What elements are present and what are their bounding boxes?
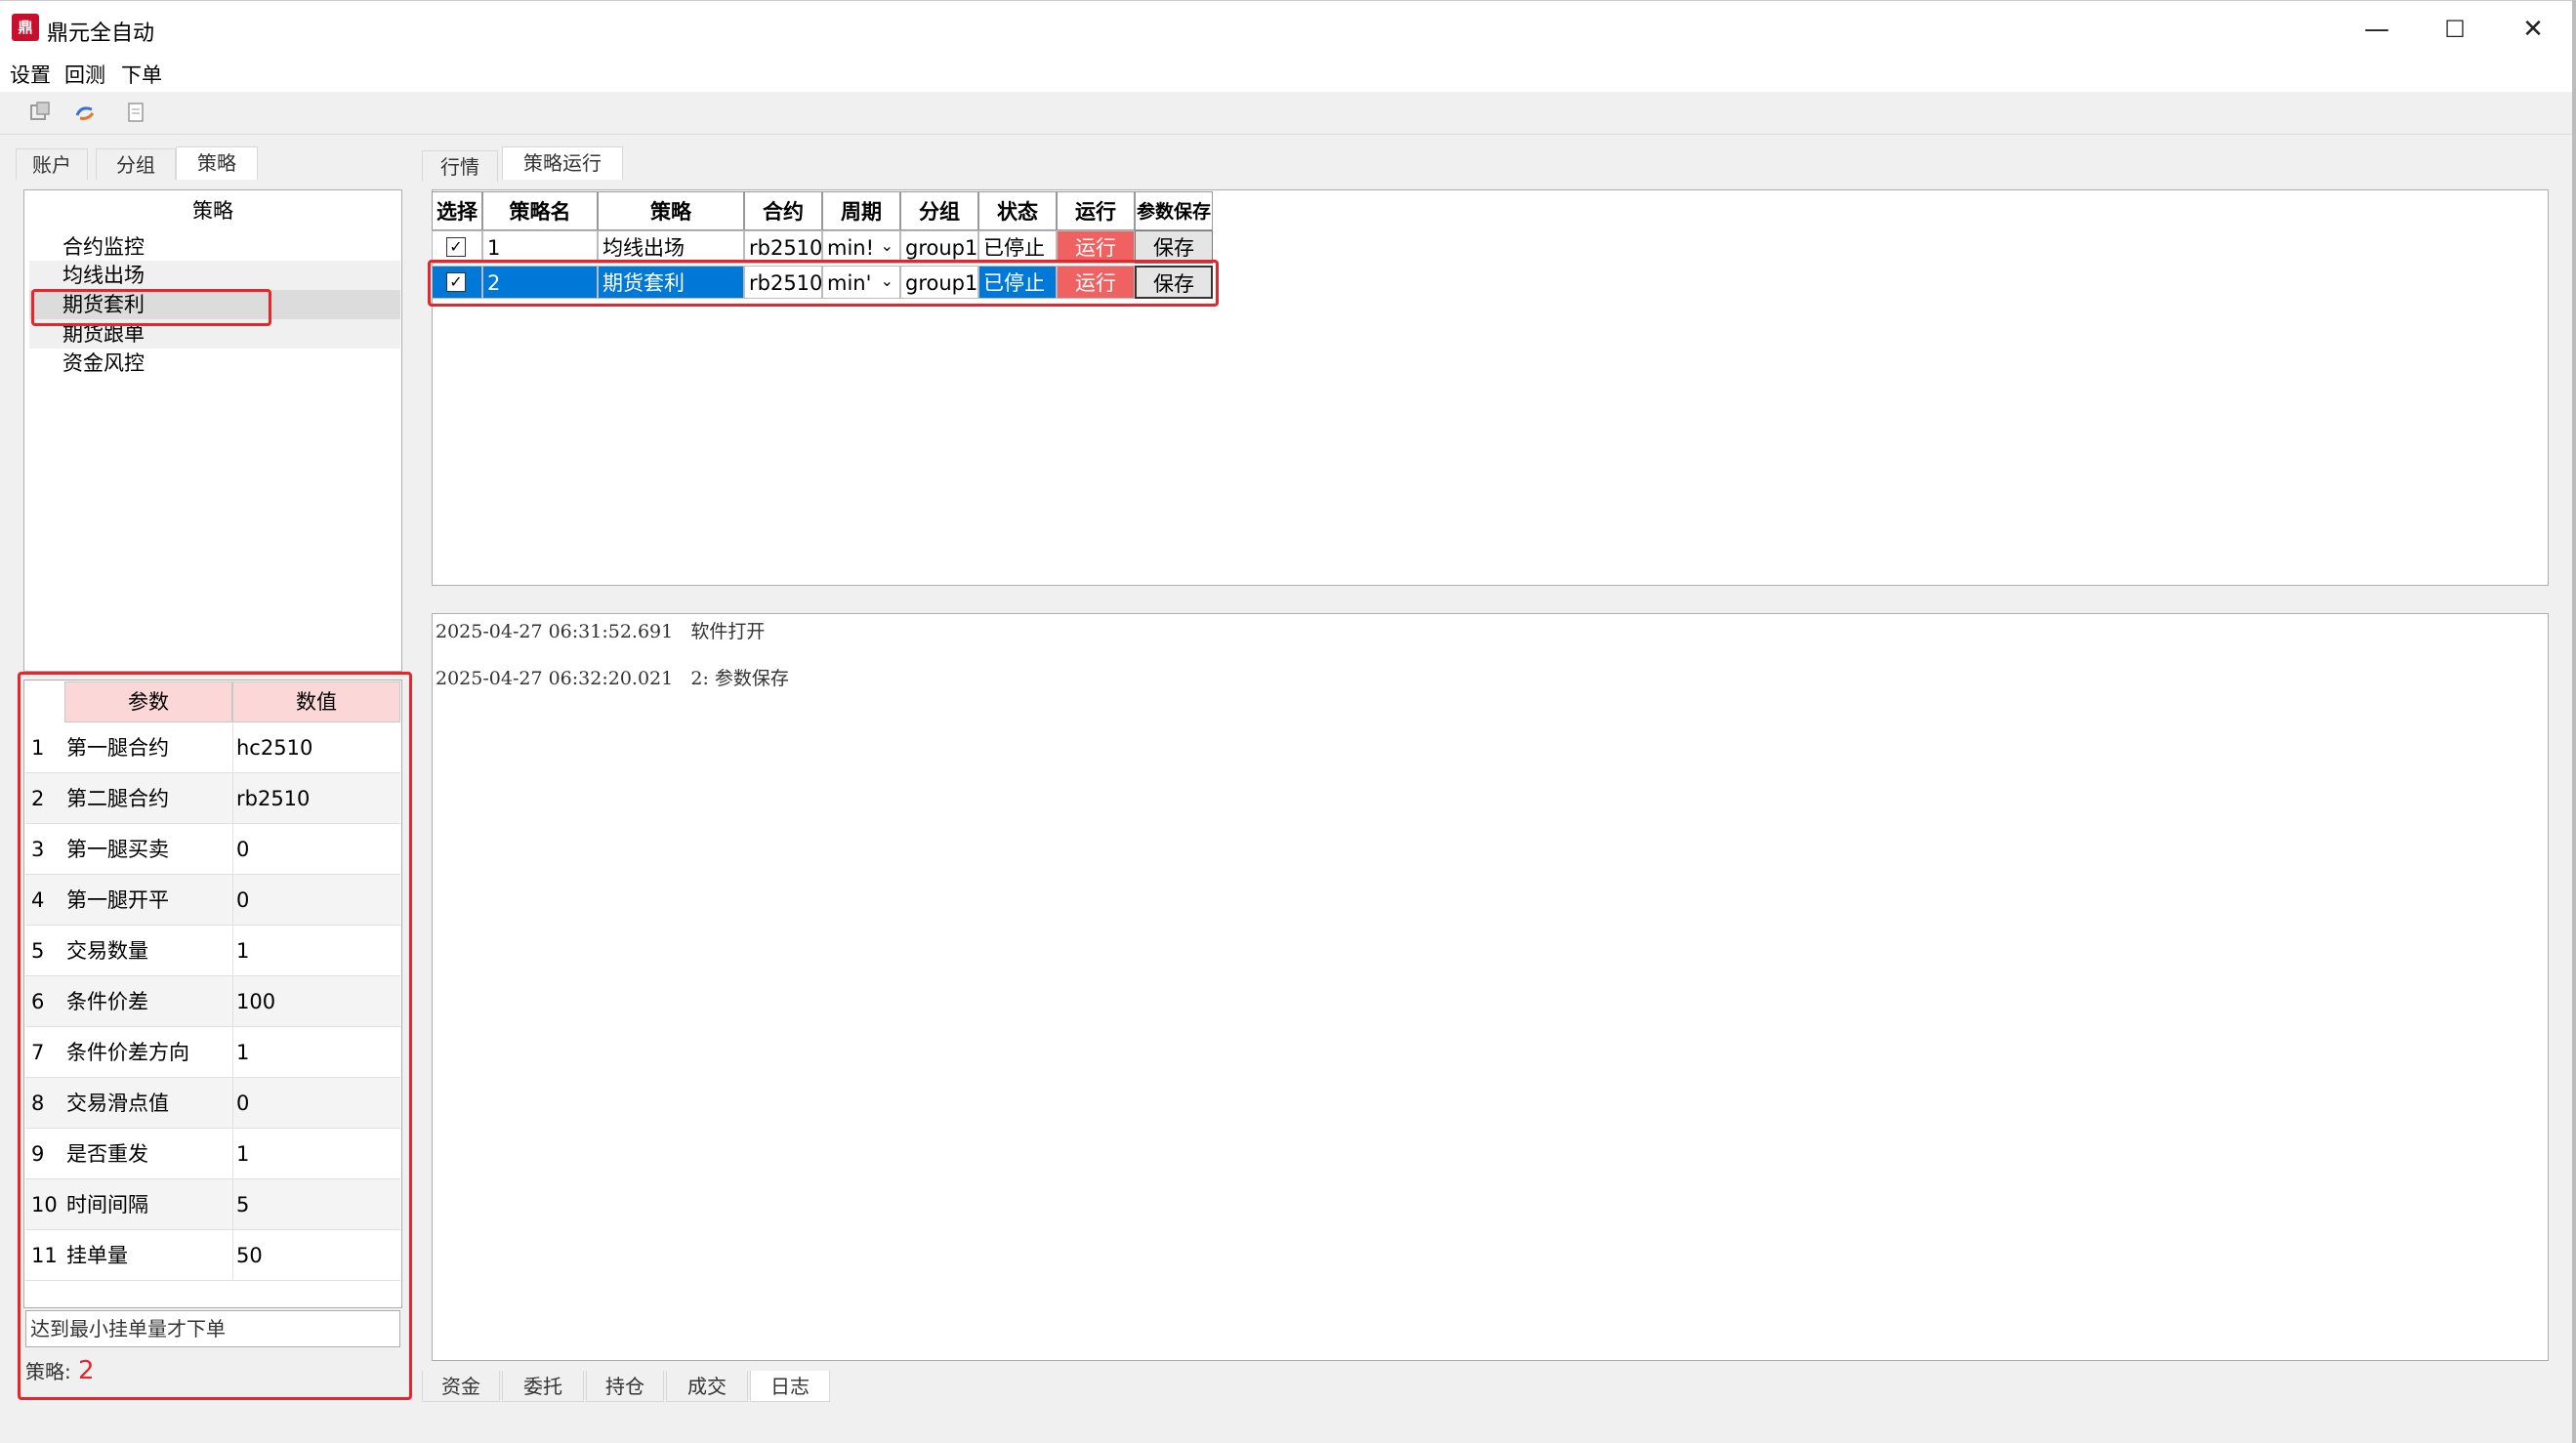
- document-icon[interactable]: [123, 100, 148, 125]
- menu-backtest[interactable]: 回测: [64, 59, 105, 92]
- window-title: 鼎元全自动: [47, 21, 155, 46]
- grid-cell-status: 已停止: [978, 230, 1057, 264]
- grid-header-name: 策略名: [482, 191, 598, 230]
- save-button[interactable]: 保存: [1135, 230, 1213, 264]
- tab-log[interactable]: 日志: [750, 1371, 830, 1402]
- settings-icon[interactable]: [27, 100, 53, 125]
- grid-cell-name[interactable]: 1: [482, 230, 598, 264]
- strategy-item-contract-monitor[interactable]: 合约监控: [29, 232, 400, 262]
- params-highlight: [18, 672, 412, 1400]
- grid-header-contract: 合约: [744, 191, 822, 230]
- grid-header-status: 状态: [978, 191, 1057, 230]
- row-highlight: [428, 260, 1219, 307]
- log-line: 2025-04-27 06:32:20.021 2: 参数保存: [436, 668, 789, 689]
- tab-orders[interactable]: 委托: [502, 1371, 584, 1402]
- grid-header-save: 参数保存: [1135, 191, 1213, 230]
- selection-highlight: [31, 289, 271, 326]
- tab-positions[interactable]: 持仓: [586, 1371, 664, 1402]
- period-dropdown[interactable]: min! ⌄: [822, 230, 900, 264]
- refresh-icon[interactable]: [72, 100, 98, 125]
- strategy-list-header: 策略: [192, 199, 233, 223]
- close-button[interactable]: ✕: [2504, 10, 2562, 49]
- grid-row-checkbox[interactable]: ✓: [432, 230, 482, 264]
- grid-cell-contract[interactable]: rb2510: [744, 230, 822, 264]
- tab-account[interactable]: 账户: [16, 148, 88, 180]
- menu-settings[interactable]: 设置: [10, 59, 51, 92]
- chevron-down-icon: ⌄: [880, 236, 893, 255]
- menu-bar: [0, 59, 2576, 92]
- grid-header-run: 运行: [1057, 191, 1135, 230]
- log-panel: [432, 613, 2549, 1361]
- strategy-item-fund-risk[interactable]: 资金风控: [29, 349, 400, 378]
- grid-cell-strategy[interactable]: 均线出场: [598, 230, 744, 264]
- title-bar: [0, 0, 2576, 59]
- grid-header-group: 分组: [900, 191, 978, 230]
- minimize-button[interactable]: —: [2347, 10, 2406, 49]
- grid-header-select: 选择: [432, 191, 482, 230]
- app-icon: 鼎: [12, 14, 39, 41]
- tab-market[interactable]: 行情: [422, 150, 498, 182]
- grid-cell-group[interactable]: group1: [900, 230, 978, 264]
- window-border: [2572, 0, 2576, 1443]
- menu-order[interactable]: 下单: [121, 59, 162, 92]
- grid-header-strategy: 策略: [598, 191, 744, 230]
- maximize-button[interactable]: ☐: [2426, 10, 2484, 49]
- log-line: 2025-04-27 06:31:52.691 软件打开: [436, 621, 766, 642]
- tab-trades[interactable]: 成交: [666, 1371, 748, 1402]
- tab-funds[interactable]: 资金: [422, 1371, 500, 1402]
- tab-strategy-run[interactable]: 策略运行: [502, 146, 623, 180]
- strategy-item-ma-exit[interactable]: 均线出场: [29, 261, 400, 290]
- tab-strategy[interactable]: 策略: [176, 146, 258, 180]
- tab-group[interactable]: 分组: [96, 148, 176, 180]
- grid-header-period: 周期: [822, 191, 900, 230]
- toolbar: [0, 92, 2576, 135]
- run-button[interactable]: 运行: [1057, 230, 1135, 264]
